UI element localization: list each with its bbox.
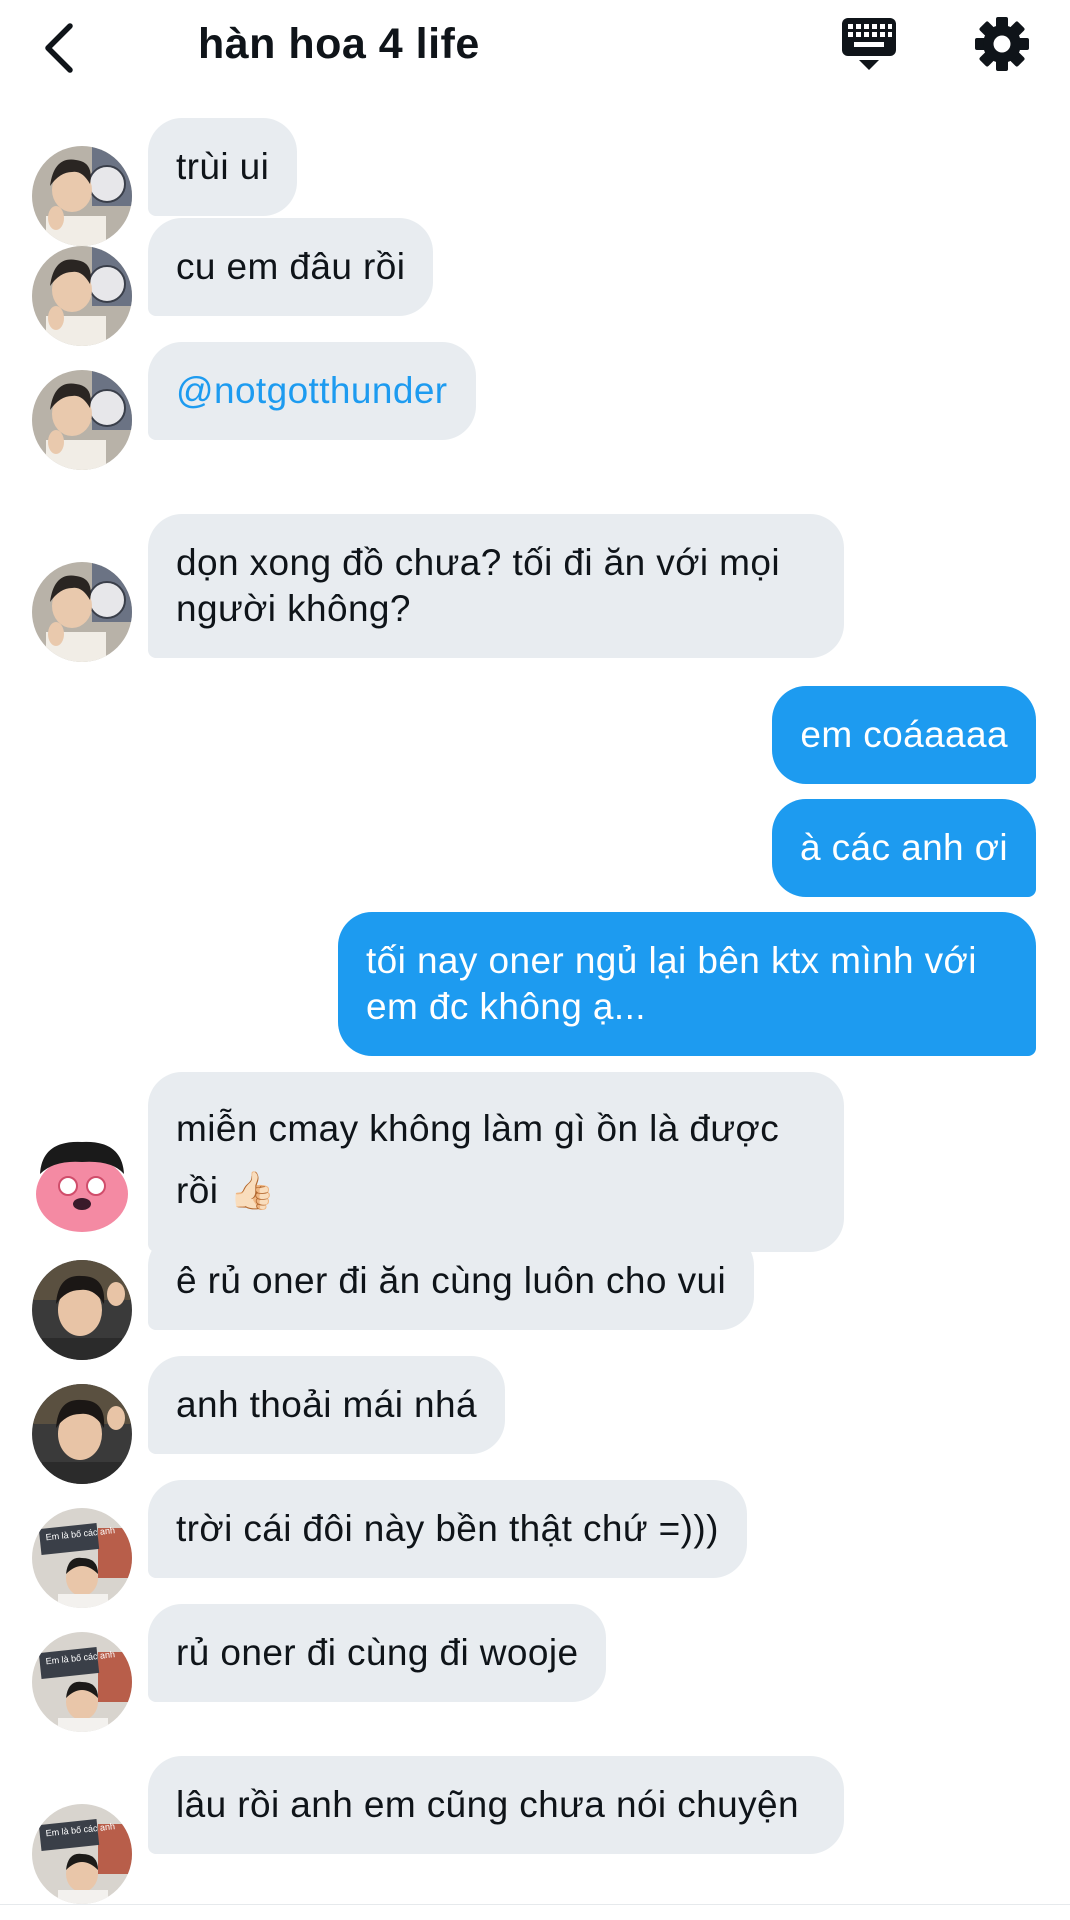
keyboard-icon [842,18,896,70]
message-bubble-outgoing[interactable]: à các anh ơi [771,799,1036,897]
back-button[interactable] [36,14,88,78]
user-photo-avatar [32,1260,132,1360]
chevron-left-icon [45,23,73,73]
avatar[interactable] [32,146,132,246]
avatar[interactable] [32,1134,132,1234]
message-bubble[interactable]: anh thoải mái nhá [148,1356,505,1454]
message-bubble[interactable]: trùi ui [148,118,298,216]
avatar[interactable] [32,246,132,346]
divider [0,1904,1070,1905]
settings-button[interactable] [972,14,1032,74]
message-bubble[interactable]: rủ oner đi cùng đi wooje [148,1604,607,1702]
user-sign-photo-avatar: Em là bố các anh [32,1508,132,1608]
message-bubble[interactable]: trời cái đôi này bền thật chứ =))) [148,1480,747,1578]
gear-icon [975,17,1029,71]
conversation-title: hàn hoa 4 life [198,20,480,68]
user-photo-avatar [32,146,132,246]
message-bubble[interactable]: cu em đâu rồi [148,218,434,316]
message-bubble[interactable]: ê rủ oner đi ăn cùng luôn cho vui [148,1232,755,1330]
message-bubble[interactable]: dọn xong đồ chưa? tối đi ăn với mọi ngườ… [148,514,844,658]
message-list[interactable]: trùi ui cu em đâu rồi @notgotthunder dọn… [0,96,1070,1904]
message-bubble-outgoing[interactable]: tối nay oner ngủ lại bên ktx mình với em… [338,912,1036,1056]
user-photo-avatar [32,1384,132,1484]
user-photo-avatar [32,562,132,662]
pink-character-avatar [32,1134,132,1234]
avatar[interactable] [32,562,132,662]
user-photo-avatar [32,246,132,346]
message-bubble-outgoing[interactable]: em coáaaaa [772,686,1036,784]
avatar[interactable] [32,1260,132,1360]
avatar[interactable]: Em là bố các anh [32,1632,132,1732]
user-sign-photo-avatar: Em là bố các anh [32,1632,132,1732]
mention-link[interactable]: @notgotthunder [148,342,476,440]
avatar[interactable]: Em là bố các anh [32,1508,132,1608]
keyboard-button[interactable] [840,14,898,78]
avatar[interactable] [32,1384,132,1484]
message-bubble[interactable]: miễn cmay không làm gì ồn là được rồi 👍🏻 [148,1072,844,1252]
user-sign-photo-avatar: Em là bố các anh [32,1804,132,1904]
message-bubble[interactable]: lâu rồi anh em cũng chưa nói chuyện [148,1756,844,1854]
conversation-header: hàn hoa 4 life [0,0,1070,96]
avatar[interactable]: Em là bố các anh [32,1804,132,1904]
avatar[interactable] [32,370,132,470]
user-photo-avatar [32,370,132,470]
